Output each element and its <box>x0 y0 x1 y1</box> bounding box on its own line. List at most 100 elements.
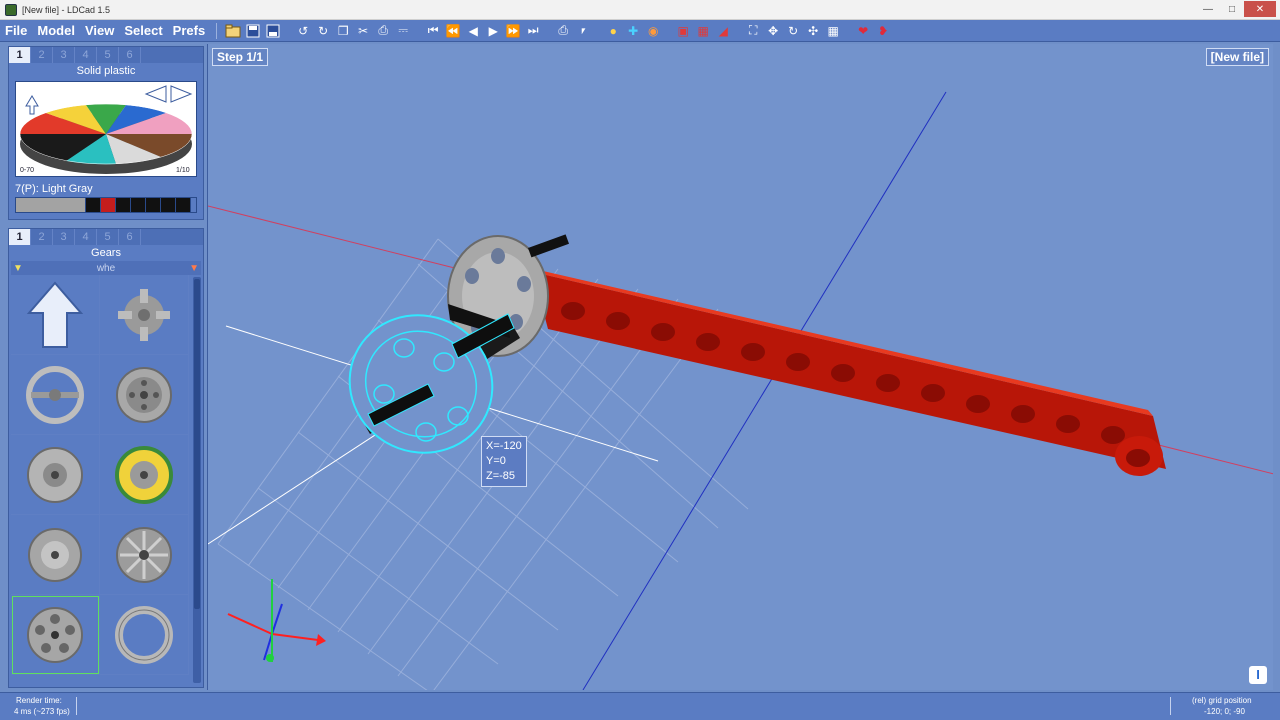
hide-icon[interactable]: ▣ <box>674 22 692 40</box>
paste-special-icon[interactable]: ⎓ <box>394 22 412 40</box>
part-up-arrow[interactable] <box>11 275 100 355</box>
undo-icon[interactable]: ↺ <box>294 22 312 40</box>
status-bar: Render time: 4 ms (~273 fps) (rel) grid … <box>0 692 1280 720</box>
save-all-icon[interactable] <box>264 22 282 40</box>
app-icon <box>5 3 17 16</box>
color-swatch[interactable] <box>86 198 101 212</box>
cut-icon[interactable]: ✂ <box>354 22 372 40</box>
part-numbered-wheel[interactable] <box>100 435 189 515</box>
model-viewport[interactable]: Step 1/1 [New file] X=-120 Y=0 Z=-85 I <box>207 44 1273 690</box>
menu-view[interactable]: View <box>80 23 119 38</box>
menu-select[interactable]: Select <box>119 23 167 38</box>
export-icon[interactable]: ⎖ <box>574 22 592 40</box>
parts-tab-6[interactable]: 6 <box>119 229 141 245</box>
up-arrow-icon <box>26 280 84 348</box>
part-tire-ring[interactable] <box>100 595 189 675</box>
color-swatch[interactable] <box>161 198 176 212</box>
file-name-label[interactable]: [New file] <box>1205 48 1269 66</box>
numbered-wheel-icon <box>115 445 173 504</box>
part-pulley-wheel-selected[interactable] <box>11 595 100 675</box>
color-tab-1[interactable]: 1 <box>9 47 31 63</box>
menu-prefs[interactable]: Prefs <box>168 23 211 38</box>
color-swatch[interactable] <box>176 198 191 212</box>
copy-icon[interactable]: ❐ <box>334 22 352 40</box>
red-technic-beam <box>530 268 1166 476</box>
color-tab-3[interactable]: 3 <box>53 47 75 63</box>
move-icon[interactable]: ✥ <box>764 22 782 40</box>
parts-scrollbar[interactable] <box>193 277 201 683</box>
color-mode-icon[interactable]: ● <box>604 22 622 40</box>
rotate-icon[interactable]: ↻ <box>784 22 802 40</box>
redo-icon[interactable]: ↻ <box>314 22 332 40</box>
parts-filter-input[interactable]: whe <box>97 263 115 274</box>
nav-next-icon[interactable]: ⏩ <box>504 22 522 40</box>
maximize-icon[interactable]: □ <box>1220 1 1244 17</box>
minimize-icon[interactable]: — <box>1196 1 1220 17</box>
color-add-icon[interactable]: ✚ <box>624 22 642 40</box>
nav-first-icon[interactable]: ⏮ <box>424 22 442 40</box>
color-wheel[interactable]: 0-70 1/10 <box>15 81 197 177</box>
color-range-left: 0-70 <box>20 167 34 174</box>
color-swatch[interactable] <box>16 198 86 212</box>
menu-model[interactable]: Model <box>32 23 80 38</box>
part-wheel-round[interactable] <box>11 515 100 595</box>
isolate-icon[interactable]: ◢ <box>714 22 732 40</box>
coord-x: X=-120 <box>486 440 522 452</box>
rotate-reset-icon[interactable]: ⛶ <box>744 22 762 40</box>
parts-grid <box>11 275 189 685</box>
grid-icon[interactable]: ▦ <box>824 22 842 40</box>
color-tab-6[interactable]: 6 <box>119 47 141 63</box>
open-folder-icon[interactable] <box>224 22 242 40</box>
round-wheel-icon <box>28 527 82 582</box>
coord-z: Z=-85 <box>486 470 516 482</box>
color-tab-2[interactable]: 2 <box>31 47 53 63</box>
info-icon[interactable]: I <box>1249 666 1267 684</box>
steering-wheel-icon <box>26 365 84 424</box>
parts-tab-5[interactable]: 5 <box>97 229 119 245</box>
nav-last-icon[interactable]: ⏭ <box>524 22 542 40</box>
parts-tab-2[interactable]: 2 <box>31 229 53 245</box>
scene-3d <box>208 91 1273 690</box>
status-separator-left <box>76 697 77 715</box>
color-swatch[interactable] <box>116 198 131 212</box>
print-icon[interactable]: ⎙ <box>554 22 572 40</box>
axis-gizmo <box>227 579 326 662</box>
color-dot-icon[interactable]: ◉ <box>644 22 662 40</box>
color-swatch[interactable] <box>131 198 146 212</box>
part-steering-wheel[interactable] <box>11 355 100 435</box>
color-swatch[interactable] <box>146 198 161 212</box>
parts-group-title: Gears <box>91 247 121 259</box>
nav-back-icon[interactable]: ◀ <box>464 22 482 40</box>
part-gear-small[interactable] <box>100 275 189 355</box>
pan-icon[interactable]: ✣ <box>804 22 822 40</box>
favorite-icon[interactable]: ❤ <box>854 22 872 40</box>
filter-icon[interactable]: ▼ <box>13 263 23 274</box>
part-wheel-hub[interactable] <box>100 355 189 435</box>
unhide-icon[interactable]: ▦ <box>694 22 712 40</box>
parts-tab-3[interactable]: 3 <box>53 229 75 245</box>
step-indicator: Step 1/1 <box>212 48 269 66</box>
parts-filter-bar: ▼ whe ▼ <box>11 261 201 275</box>
window-titlebar: [New file] - LDCad 1.5 — □ ✕ <box>0 0 1280 20</box>
favorite-add-icon[interactable]: ❥ <box>874 22 892 40</box>
render-time-value: 4 ms (~273 fps) <box>14 707 70 716</box>
part-wheel-spoked[interactable] <box>100 515 189 595</box>
menu-file[interactable]: File <box>0 23 32 38</box>
pulley-wheel-icon <box>27 606 83 663</box>
gear-icon <box>118 288 170 341</box>
nav-prev-icon[interactable]: ⏪ <box>444 22 462 40</box>
color-swatch[interactable] <box>101 198 116 212</box>
paste-icon[interactable]: ⎙ <box>374 22 392 40</box>
color-tab-5[interactable]: 5 <box>97 47 119 63</box>
save-icon[interactable] <box>244 22 262 40</box>
filter-clear-icon[interactable]: ▼ <box>189 263 199 274</box>
parts-scroll-thumb[interactable] <box>194 279 200 609</box>
parts-tab-1[interactable]: 1 <box>9 229 31 245</box>
nav-forward-icon[interactable]: ▶ <box>484 22 502 40</box>
part-wheel-notched[interactable] <box>11 435 100 515</box>
parts-tab-4[interactable]: 4 <box>75 229 97 245</box>
coord-y: Y=0 <box>486 455 506 467</box>
close-icon[interactable]: ✕ <box>1244 1 1276 17</box>
color-tab-4[interactable]: 4 <box>75 47 97 63</box>
color-wheel-graphic: 0-70 1/10 <box>19 85 193 174</box>
